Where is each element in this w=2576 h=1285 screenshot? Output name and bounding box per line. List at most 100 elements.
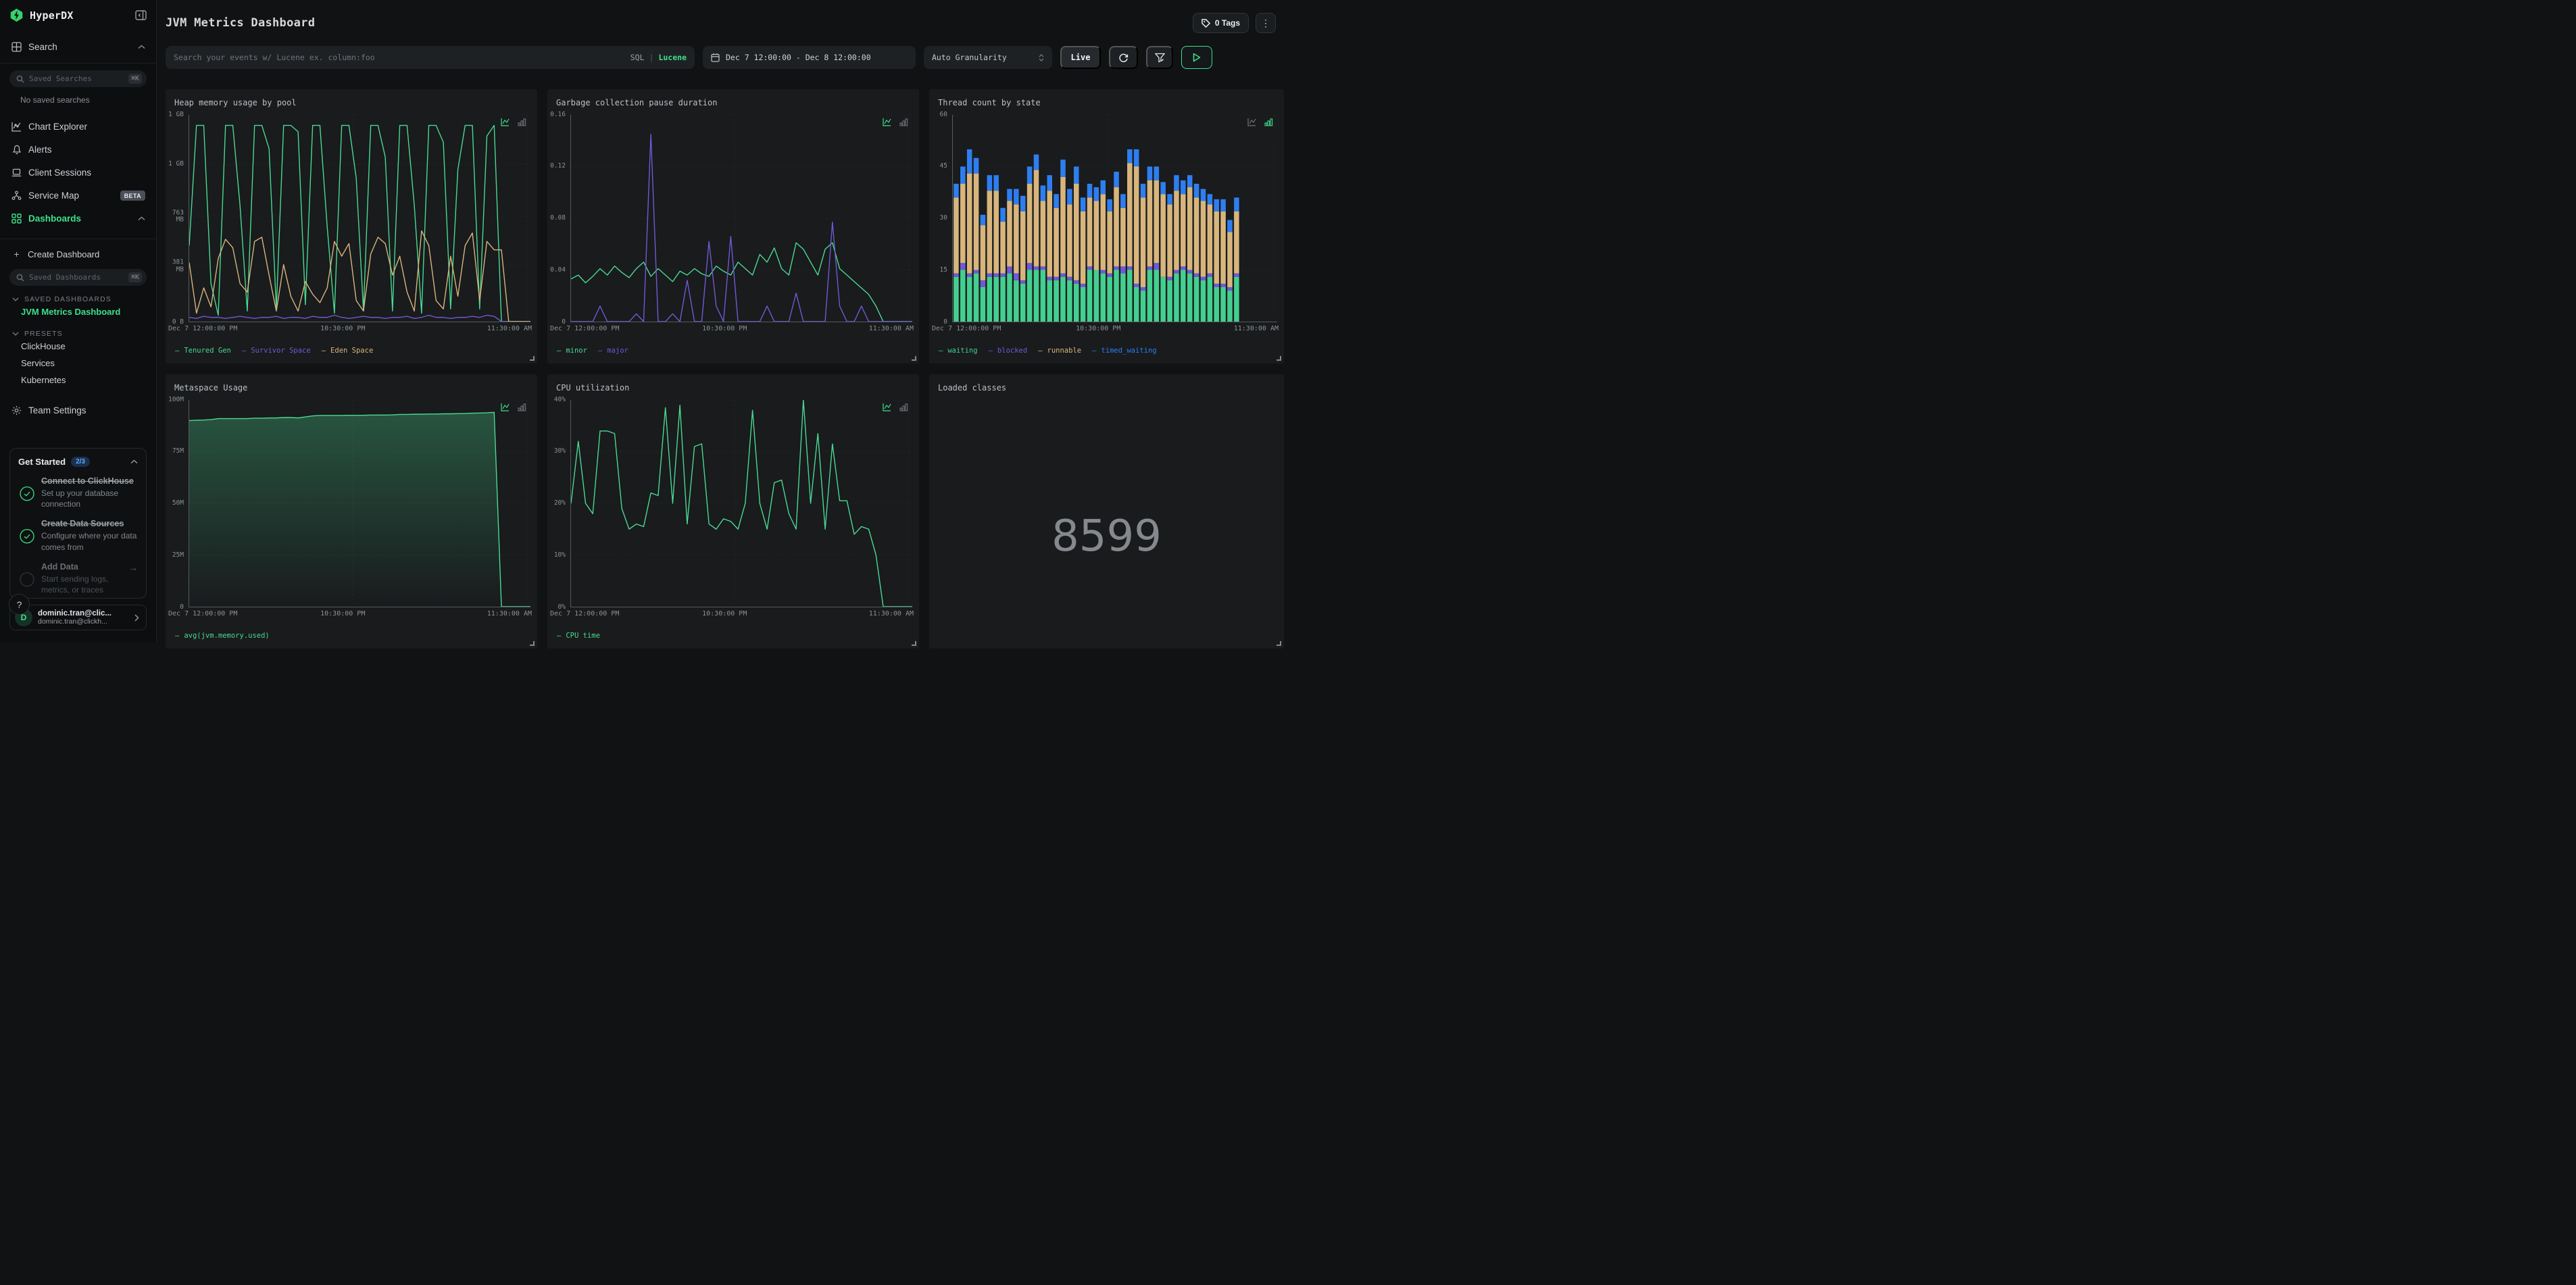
filter-edit-icon bbox=[1154, 53, 1165, 63]
panel-resize-handle[interactable] bbox=[912, 356, 916, 361]
chart-plot-area[interactable] bbox=[189, 115, 530, 322]
sidebar-item-client-sessions[interactable]: Client Sessions bbox=[0, 163, 156, 182]
get-started-step[interactable]: Add Data Start sending logs, metrics, or… bbox=[18, 562, 138, 595]
event-search-input[interactable] bbox=[174, 53, 630, 62]
get-started-step[interactable]: Create Data Sources Configure where your… bbox=[18, 519, 138, 552]
laptop-icon bbox=[11, 168, 22, 177]
date-range-picker[interactable]: Dec 7 12:00:00 - Dec 8 12:00:00 bbox=[703, 46, 916, 69]
live-button[interactable]: Live bbox=[1060, 46, 1101, 69]
group-presets[interactable]: PRESETS bbox=[12, 330, 156, 338]
sidebar-item-search[interactable]: Search bbox=[0, 37, 156, 56]
date-range-value: Dec 7 12:00:00 - Dec 8 12:00:00 bbox=[726, 53, 871, 62]
line-chart-icon[interactable] bbox=[883, 403, 893, 411]
refresh-button[interactable] bbox=[1109, 46, 1138, 69]
panel-resize-handle[interactable] bbox=[530, 356, 535, 361]
sidebar-item-team-settings[interactable]: Team Settings bbox=[0, 401, 156, 420]
chart-plot-area[interactable] bbox=[952, 115, 1277, 322]
legend-item[interactable]: — Survivor Space bbox=[242, 347, 311, 355]
panel-resize-handle[interactable] bbox=[1277, 641, 1281, 646]
legend-swatch: — bbox=[175, 347, 180, 355]
bar-chart-icon[interactable] bbox=[518, 118, 526, 126]
line-chart-icon[interactable] bbox=[1247, 118, 1258, 126]
dashboards-icon bbox=[11, 213, 22, 224]
sql-toggle[interactable]: SQL bbox=[630, 53, 645, 62]
user-menu[interactable]: D dominic.tran@clic... dominic.tran@clic… bbox=[9, 605, 147, 630]
saved-dashboards-field[interactable] bbox=[29, 273, 128, 282]
group-saved-dashboards[interactable]: SAVED DASHBOARDS bbox=[12, 295, 156, 303]
sidebar-bottom: ? D dominic.tran@clic... dominic.tran@cl… bbox=[0, 594, 156, 642]
legend-item[interactable]: — Eden Space bbox=[322, 347, 374, 355]
preset-link-kubernetes[interactable]: Kubernetes bbox=[0, 372, 156, 388]
line-chart-icon[interactable] bbox=[501, 118, 512, 126]
filter-button[interactable] bbox=[1146, 46, 1173, 69]
chart-plot-area[interactable] bbox=[570, 400, 912, 607]
saved-dashboards-input[interactable]: ⌘K bbox=[9, 269, 147, 286]
panel-resize-handle[interactable] bbox=[1277, 356, 1281, 361]
bar-chart-icon[interactable] bbox=[1264, 118, 1273, 126]
sidebar-item-dashboards[interactable]: Dashboards bbox=[0, 209, 156, 228]
preset-link-services[interactable]: Services bbox=[0, 355, 156, 372]
preset-link-clickhouse[interactable]: ClickHouse bbox=[0, 338, 156, 355]
legend-item[interactable]: — Tenured Gen bbox=[175, 347, 231, 355]
saved-searches-field[interactable] bbox=[29, 74, 128, 83]
sidebar-item-chart-explorer[interactable]: Chart Explorer bbox=[0, 117, 156, 136]
sidebar-item-label: Service Map bbox=[28, 191, 80, 201]
legend-item[interactable]: — runnable bbox=[1038, 347, 1081, 355]
panel-heap-memory: Heap memory usage by pool 0 B 381 MB 763 M… bbox=[166, 89, 537, 363]
circle-icon bbox=[20, 572, 34, 587]
sidebar-item-service-map[interactable]: Service Map BETA bbox=[0, 186, 156, 205]
run-query-button[interactable] bbox=[1181, 46, 1212, 69]
dashboard-header: JVM Metrics Dashboard 0 Tags ⋮ bbox=[166, 12, 1284, 34]
get-started-step[interactable]: Connect to ClickHouse Set up your databa… bbox=[18, 476, 138, 509]
x-axis-tick: 11:30:00 AM bbox=[1233, 325, 1279, 332]
step-title: Connect to ClickHouse bbox=[41, 476, 134, 486]
panel-title[interactable]: Metaspace Usage bbox=[174, 383, 247, 393]
sidebar-collapse-icon[interactable] bbox=[135, 10, 147, 20]
legend-item[interactable]: — CPU time bbox=[557, 632, 600, 640]
panel-resize-handle[interactable] bbox=[530, 641, 535, 646]
loaded-classes-value: 8599 bbox=[1051, 511, 1162, 561]
create-dashboard-button[interactable]: + Create Dashboard bbox=[0, 246, 156, 262]
saved-searches-input[interactable]: ⌘K bbox=[9, 70, 147, 87]
y-axis-tick: 0.16 bbox=[550, 110, 566, 118]
panel-options-button[interactable]: ⋮ bbox=[1256, 13, 1276, 33]
bar-chart-icon[interactable] bbox=[899, 403, 908, 411]
panel-title[interactable]: Thread count by state bbox=[938, 98, 1041, 107]
app-logo[interactable]: HyperDX bbox=[0, 0, 156, 28]
bar-chart-icon[interactable] bbox=[518, 403, 526, 411]
legend-item[interactable]: — waiting bbox=[939, 347, 978, 355]
chart-plot-area[interactable] bbox=[570, 115, 912, 322]
refresh-icon bbox=[1119, 53, 1129, 62]
panel-title[interactable]: Heap memory usage by pool bbox=[174, 98, 297, 107]
legend-item[interactable]: — major bbox=[598, 347, 628, 355]
granularity-select[interactable]: Auto Granularity bbox=[924, 46, 1052, 69]
bar-chart-icon[interactable] bbox=[899, 118, 908, 126]
chart-plot-area[interactable] bbox=[189, 400, 530, 607]
columns-icon bbox=[11, 41, 22, 52]
panel-title[interactable]: Garbage collection pause duration bbox=[556, 98, 717, 107]
chevron-up-icon[interactable] bbox=[130, 459, 138, 464]
y-axis-tick: 0.08 bbox=[550, 214, 566, 222]
lucene-toggle[interactable]: Lucene bbox=[658, 53, 687, 62]
line-chart-icon[interactable] bbox=[501, 403, 512, 411]
panel-resize-handle[interactable] bbox=[912, 641, 916, 646]
user-email: dominic.tran@clickh... bbox=[38, 618, 107, 626]
sidebar-item-alerts[interactable]: Alerts bbox=[0, 140, 156, 159]
chevron-up-icon[interactable] bbox=[138, 216, 145, 221]
dashboard-link-jvm-metrics[interactable]: JVM Metrics Dashboard bbox=[0, 303, 156, 320]
legend-item[interactable]: — timed_waiting bbox=[1092, 347, 1157, 355]
legend-item[interactable]: — minor bbox=[557, 347, 587, 355]
y-axis-tick: 15 bbox=[939, 266, 947, 274]
help-button[interactable]: ? bbox=[9, 594, 30, 615]
legend-item[interactable]: — blocked bbox=[989, 347, 1028, 355]
legend-item[interactable]: — avg(jvm.memory.used) bbox=[175, 632, 270, 640]
tags-button[interactable]: 0 Tags bbox=[1192, 13, 1249, 33]
shortcut-badge: ⌘K bbox=[128, 74, 142, 84]
chevron-up-icon[interactable] bbox=[138, 45, 145, 49]
event-search-box[interactable]: SQL | Lucene bbox=[166, 46, 695, 69]
y-axis: 0% 10% 20% 30% 40% bbox=[547, 396, 568, 611]
line-chart-icon[interactable] bbox=[883, 118, 893, 126]
y-axis: 0 B 381 MB 763 MB 1 GB 1 GB bbox=[166, 111, 187, 326]
panel-title[interactable]: Loaded classes bbox=[938, 383, 1006, 393]
panel-title[interactable]: CPU utilization bbox=[556, 383, 629, 393]
